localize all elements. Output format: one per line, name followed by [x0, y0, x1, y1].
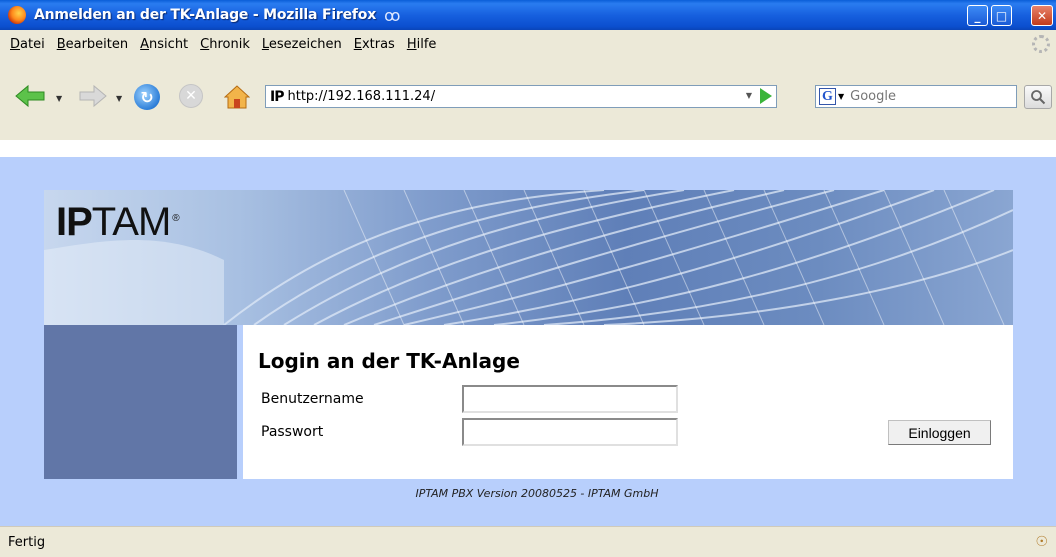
close-button[interactable]: ✕ [1031, 5, 1053, 26]
site-favicon-icon: IP [270, 88, 285, 105]
swirl-icon: ꝏ [384, 5, 401, 25]
menu-bar: Datei Bearbeiten Ansicht Chronik Lesezei… [0, 30, 1056, 58]
reload-icon: ↻ [140, 87, 154, 107]
menu-hilfe[interactable]: Hilfe [401, 37, 443, 52]
username-input[interactable] [462, 385, 678, 413]
search-input[interactable] [850, 89, 991, 104]
username-label: Benutzername [261, 391, 364, 407]
logo-registered-mark: ® [172, 212, 179, 224]
login-panel: Login an der TK-Anlage Benutzername Pass… [243, 325, 1013, 479]
menu-datei[interactable]: Datei [4, 37, 51, 52]
page-content: IPTAM ® Login an der TK-Anlage Benutzerna… [0, 140, 1056, 526]
url-history-dropdown-icon[interactable]: ▼ [746, 91, 752, 100]
url-text[interactable]: http://192.168.111.24/ [287, 89, 435, 104]
sidebar-block [44, 325, 237, 479]
search-bar: G ▼ [815, 85, 1017, 108]
menu-ansicht[interactable]: Ansicht [134, 37, 194, 52]
back-button[interactable] [14, 84, 46, 108]
banner-mesh-graphic [44, 190, 1013, 325]
window-title: Anmelden an der TK-Anlage - Mozilla Fire… [34, 7, 377, 23]
forward-history-dropdown-icon[interactable]: ▼ [116, 94, 122, 103]
back-history-dropdown-icon[interactable]: ▼ [56, 94, 62, 103]
iptam-logo: IPTAM ® [56, 200, 180, 245]
back-arrow-icon [15, 84, 45, 108]
home-icon [224, 85, 250, 109]
window-titlebar: Anmelden an der TK-Anlage - Mozilla Fire… [0, 0, 1056, 30]
forward-button[interactable] [78, 84, 108, 108]
stop-button[interactable]: ✕ [179, 84, 203, 108]
menu-extras[interactable]: Extras [348, 37, 401, 52]
menu-lesezeichen[interactable]: Lesezeichen [256, 37, 348, 52]
login-button[interactable]: Einloggen [888, 420, 991, 445]
throbber-icon [1032, 35, 1050, 53]
menu-chronik[interactable]: Chronik [194, 37, 256, 52]
reload-button[interactable]: ↻ [134, 84, 160, 110]
logo-text: TAM [91, 200, 171, 244]
login-title: Login an der TK-Anlage [258, 349, 520, 373]
forward-arrow-icon [79, 84, 107, 108]
minimize-button[interactable]: _ [967, 5, 988, 26]
menu-bearbeiten[interactable]: Bearbeiten [51, 37, 134, 52]
password-input[interactable] [462, 418, 678, 446]
magnifier-icon [1031, 90, 1046, 105]
page-background: IPTAM ® Login an der TK-Anlage Benutzerna… [0, 157, 1056, 526]
search-button[interactable] [1024, 85, 1052, 109]
header-banner: IPTAM ® [44, 190, 1013, 325]
search-engine-icon[interactable]: G [819, 88, 836, 105]
logo-bold-text: IP [56, 200, 93, 244]
password-label: Passwort [261, 424, 324, 440]
stop-icon: ✕ [185, 88, 197, 104]
go-arrow-icon[interactable] [760, 88, 772, 104]
maximize-button[interactable]: □ [991, 5, 1012, 26]
address-bar[interactable]: IP http://192.168.111.24/ ▼ [265, 85, 777, 108]
firefox-logo-icon [8, 6, 26, 24]
home-button[interactable] [224, 84, 250, 110]
status-lock-icon: ☉ [1035, 534, 1048, 550]
search-engine-dropdown-icon[interactable]: ▼ [838, 92, 844, 101]
status-text: Fertig [8, 534, 46, 550]
navigation-toolbar: ▼ ▼ ↻ ✕ IP http://192.168.111.24/ ▼ G ▼ [0, 58, 1056, 140]
version-footer: IPTAM PBX Version 20080525 - IPTAM GmbH [415, 487, 659, 500]
status-bar: Fertig ☉ [0, 526, 1056, 557]
